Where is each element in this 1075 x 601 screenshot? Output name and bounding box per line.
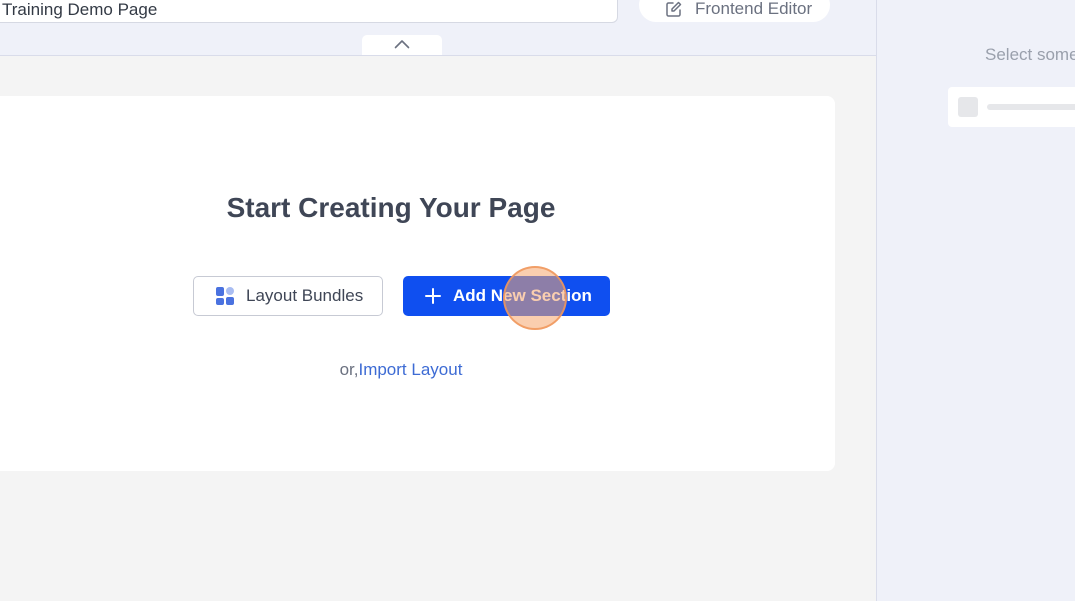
page-title-input[interactable] bbox=[0, 0, 618, 23]
skeleton-line bbox=[987, 104, 1075, 110]
layout-bundles-button[interactable]: Layout Bundles bbox=[193, 276, 383, 316]
empty-page-canvas: Start Creating Your Page Layout Bundles … bbox=[0, 96, 835, 471]
edit-icon bbox=[665, 0, 683, 18]
settings-side-panel: Select some bbox=[876, 0, 1075, 601]
blocks-icon bbox=[215, 286, 235, 306]
collapse-header-toggle[interactable] bbox=[362, 35, 442, 55]
add-new-section-button[interactable]: Add New Section bbox=[403, 276, 610, 316]
chevron-up-icon bbox=[394, 36, 410, 54]
frontend-editor-label: Frontend Editor bbox=[695, 0, 813, 18]
plus-icon bbox=[425, 288, 441, 304]
import-layout-row: or,Import Layout bbox=[0, 360, 812, 380]
add-new-section-label: Add New Section bbox=[453, 286, 592, 305]
frontend-editor-button[interactable]: Frontend Editor bbox=[639, 0, 830, 22]
import-prefix: or, bbox=[339, 360, 359, 379]
skeleton-square bbox=[958, 97, 978, 117]
canvas-heading: Start Creating Your Page bbox=[226, 192, 556, 223]
skeleton-placeholder bbox=[948, 87, 1075, 127]
layout-bundles-label: Layout Bundles bbox=[246, 286, 364, 305]
side-panel-hint: Select some bbox=[985, 45, 1075, 64]
page-builder: Frontend Editor Start Creating Your Page bbox=[0, 0, 1075, 601]
editor-topbar: Frontend Editor bbox=[0, 0, 876, 56]
import-layout-link[interactable]: Import Layout bbox=[358, 360, 462, 379]
